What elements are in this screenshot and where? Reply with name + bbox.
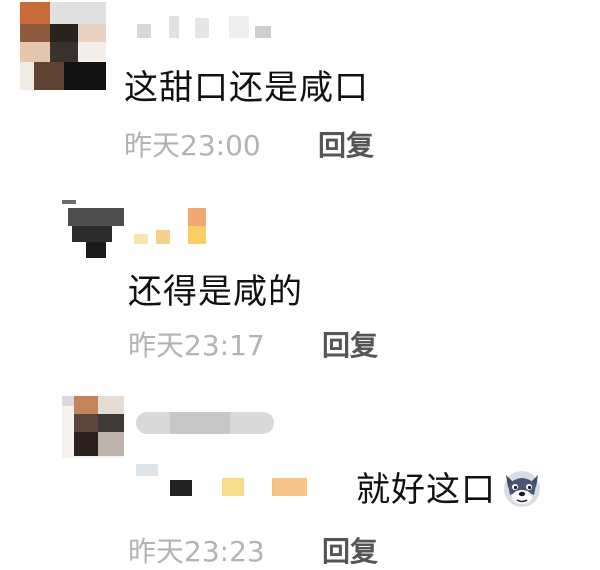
comment-item: 还得是咸的 昨天23:17 回复 (0, 190, 600, 370)
user-avatar[interactable] (62, 196, 124, 262)
reply-button[interactable]: 回复 (322, 324, 378, 364)
wolf-emoji-icon (504, 471, 540, 507)
username-blurred[interactable] (130, 404, 280, 504)
comment-text: 还得是咸的 (128, 272, 303, 312)
comment-text: 这甜口还是咸口 (124, 68, 369, 108)
comment-timestamp: 昨天23:23 (128, 535, 265, 568)
reply-button[interactable]: 回复 (322, 530, 378, 570)
comment-timestamp: 昨天23:00 (124, 129, 261, 162)
comment-item: 这甜口还是咸口 昨天23:00 回复 (0, 0, 600, 180)
user-avatar[interactable] (62, 396, 124, 458)
username-blurred[interactable] (125, 14, 275, 40)
comment-timestamp: 昨天23:17 (128, 329, 265, 362)
comment-text: 就好这口 (356, 462, 544, 511)
comment-text-content: 就好这口 (356, 470, 496, 510)
comment-item: 就好这口 昨天23:23 回复 (0, 390, 600, 570)
username-blurred[interactable] (130, 204, 220, 246)
user-avatar[interactable] (20, 2, 106, 90)
reply-button[interactable]: 回复 (318, 124, 374, 164)
username-blurred-extra (275, 478, 307, 496)
